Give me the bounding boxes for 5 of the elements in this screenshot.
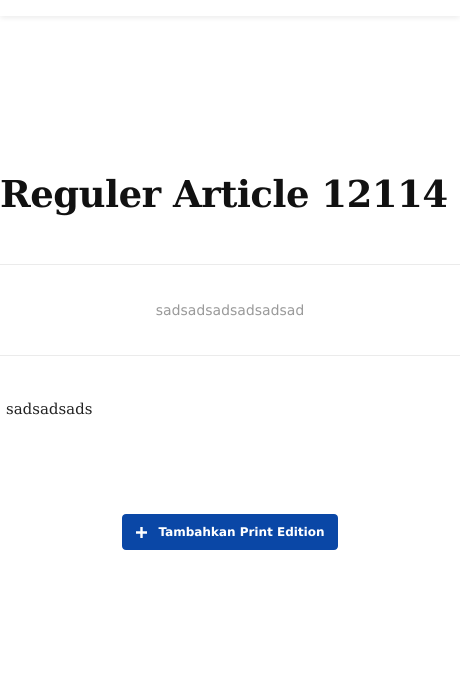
article-subtitle: sadsadsadsadsadsad	[156, 303, 304, 319]
article-title: Reguler Article 12114	[0, 171, 448, 218]
article-body: sadsadsads	[6, 400, 92, 418]
plus-icon	[135, 526, 148, 538]
add-print-edition-button[interactable]: Tambahkan Print Edition	[122, 514, 338, 550]
